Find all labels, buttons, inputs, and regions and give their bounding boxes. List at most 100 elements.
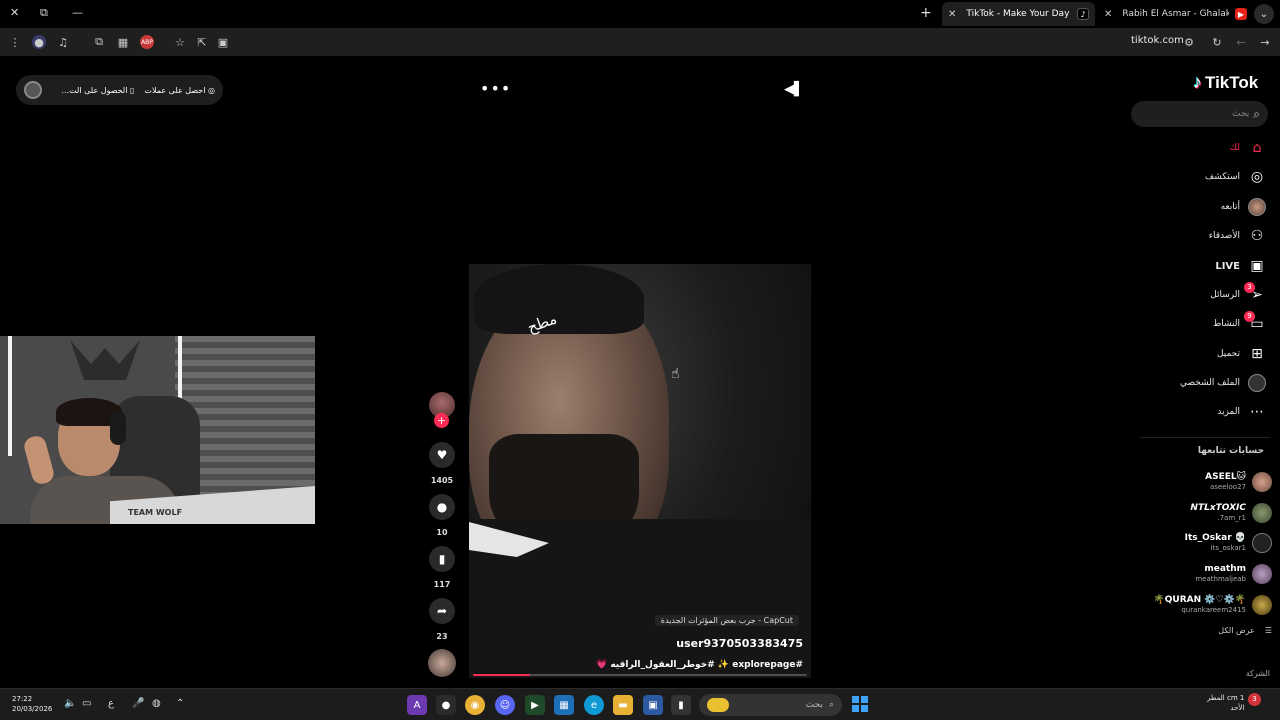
clock-date: 20/03/2026 <box>12 705 53 713</box>
sidebar-item-label: LIVE <box>1215 260 1240 272</box>
url-text[interactable]: tiktok.com <box>1131 35 1184 46</box>
see-all-label: عرض الكل <box>1218 626 1255 635</box>
logo-text: TikTok <box>1205 72 1259 92</box>
sidebar-item-explore[interactable]: ◎ استكشف <box>1205 165 1266 189</box>
account-avatar <box>1252 595 1272 615</box>
search-icon: ⌕ <box>828 700 834 710</box>
speaker-icon[interactable]: 🔈 <box>64 698 76 709</box>
notification-badge[interactable]: 3 <box>1248 693 1261 706</box>
tray-chevron-icon[interactable]: ⌃ <box>176 698 184 709</box>
weather-temp: 1 cm المطر <box>1207 694 1245 702</box>
company-link[interactable]: الشركة <box>1246 669 1270 678</box>
tab-youtube[interactable]: ▶ Rabih El Asmar - Ghalak / غلاك ✕ <box>1098 2 1253 26</box>
microphone-icon[interactable]: 🎤 <box>132 698 144 709</box>
get-coins-button[interactable]: ◎ احصل على عملات <box>144 86 215 95</box>
following-account[interactable]: meathm meathmaljeab <box>1195 560 1272 588</box>
chrome-icon[interactable]: ◉ <box>465 695 485 715</box>
sidebar-item-friends[interactable]: ⚇ الأصدقاء <box>1209 224 1266 248</box>
clock[interactable]: 27:22 20/03/2026 <box>12 694 52 714</box>
search-input[interactable]: بحث ⌕ <box>1131 101 1268 127</box>
music-disc-icon[interactable] <box>428 649 456 677</box>
sidebar-item-messages[interactable]: ➢ 3 الرسائل <box>1210 282 1266 307</box>
search-icon[interactable]: ⌕ <box>1253 107 1260 122</box>
app-icon[interactable]: ● <box>436 695 456 715</box>
video-progress-bar[interactable] <box>473 674 807 676</box>
bookmark-star-icon[interactable]: ☆ <box>173 35 187 49</box>
extension-icon[interactable]: ▦ <box>116 35 130 49</box>
close-tab-icon[interactable]: ✕ <box>1104 9 1112 20</box>
get-app-button[interactable]: ▯ الحصول على الت... <box>61 86 134 95</box>
sidebar-item-live[interactable]: ▣ LIVE <box>1215 254 1266 278</box>
like-icon[interactable]: ♥ <box>429 442 455 468</box>
close-window-icon[interactable]: ✕ <box>10 6 19 19</box>
webcam-banner-text: TEAM WOLF <box>128 508 183 517</box>
video-username[interactable]: user9370503383475 <box>676 637 803 650</box>
store-icon[interactable]: ▦ <box>554 695 574 715</box>
share-icon[interactable]: ⇱ <box>195 35 209 49</box>
extensions-icon[interactable]: ⧉ <box>92 35 106 49</box>
sidebar-item-more[interactable]: ⋯ المزيد <box>1217 400 1266 424</box>
media-control-icon[interactable]: ♫ <box>56 35 70 49</box>
taskbar-search-input[interactable]: ⌕ بحث <box>699 694 842 716</box>
search-placeholder: بحث <box>1232 109 1250 119</box>
video-player[interactable]: مطح ☝ CapCut - جرب بعض المؤثرات الجديدة … <box>469 264 811 678</box>
app-icon[interactable]: A <box>407 695 427 715</box>
menu-dots-icon[interactable]: ⋮ <box>8 35 22 49</box>
tab-title: Rabih El Asmar - Ghalak / غلاك <box>1122 9 1229 19</box>
tiktok-logo[interactable]: ♪ TikTok <box>1193 72 1258 93</box>
following-account[interactable]: ASEEL🐱 aseeloo27 <box>1205 468 1272 496</box>
more-icon: ⋯ <box>1250 404 1264 420</box>
adblock-extension-icon[interactable]: ABP <box>140 35 154 49</box>
back-icon[interactable]: → <box>1258 35 1272 49</box>
following-accounts-title: حسابات تتابعها <box>1197 446 1264 456</box>
forward-icon[interactable]: ← <box>1234 35 1248 49</box>
save-count: 117 <box>433 580 451 589</box>
network-icon[interactable]: ◍ <box>152 698 161 709</box>
sidebar-item-for-you[interactable]: ⌂ لك <box>1230 136 1266 160</box>
folder-icon[interactable]: ▬ <box>613 695 633 715</box>
sidebar-item-activity[interactable]: ▭ 9 النشاط <box>1213 311 1266 336</box>
install-app-icon[interactable]: ▣ <box>216 35 230 49</box>
more-options-icon[interactable]: ••• <box>480 79 511 98</box>
see-all-button[interactable]: ☰ عرض الكل <box>1218 626 1272 635</box>
user-avatar[interactable] <box>24 81 42 99</box>
weather-widget[interactable]: 1 cm المطر الأحد <box>1207 693 1244 713</box>
reload-icon[interactable]: ↻ <box>1210 35 1224 49</box>
share-arrow-icon[interactable]: ➦ <box>429 598 455 624</box>
follow-plus-icon[interactable]: + <box>434 413 449 428</box>
following-account[interactable]: 🌴QURAN ⚙️♡⚙️🌴 qurankareem2415 <box>1154 591 1272 619</box>
discord-icon[interactable]: ☺ <box>495 695 515 715</box>
sound-icon[interactable]: ◀▌ <box>784 82 804 97</box>
terminal-icon[interactable]: ▶ <box>525 695 545 715</box>
windows-start-icon[interactable] <box>852 696 868 712</box>
following-account[interactable]: NTLxTOXIC 7am_r1. <box>1190 499 1272 527</box>
sidebar-item-label: الرسائل <box>1210 290 1240 300</box>
site-settings-icon[interactable]: ⚙ <box>1182 35 1196 49</box>
sidebar-item-label: الملف الشخصي <box>1180 378 1240 388</box>
bookmark-icon[interactable]: ▮ <box>429 546 455 572</box>
profile-icon[interactable]: ● <box>32 35 46 49</box>
minimize-window-icon[interactable]: — <box>72 6 83 19</box>
restore-window-icon[interactable]: ⧉ <box>40 6 48 20</box>
webcam-light <box>8 336 12 456</box>
capcut-label[interactable]: CapCut - جرب بعض المؤثرات الجديدة <box>654 615 799 626</box>
messages-icon: ➢ 3 <box>1244 282 1266 304</box>
battery-icon[interactable]: ▭ <box>82 698 91 709</box>
app-icon[interactable]: ▣ <box>643 695 663 715</box>
following-account[interactable]: Its_Oskar 💀 its_oskar1 <box>1185 529 1272 557</box>
comment-icon[interactable]: ● <box>429 494 455 520</box>
sidebar-item-following[interactable]: أتابعه <box>1221 195 1266 219</box>
close-tab-icon[interactable]: ✕ <box>948 9 956 20</box>
video-hashtags[interactable]: #explorepage ✨ #خوطر_العقول_الراقيه 💗 <box>596 660 803 670</box>
sidebar-item-profile[interactable]: الملف الشخصي <box>1180 371 1266 395</box>
app-icon[interactable]: ▮ <box>671 695 691 715</box>
tab-tiktok[interactable]: ♪ TikTok - Make Your Day ✕ <box>942 2 1095 26</box>
sidebar-item-upload[interactable]: ⊞ تحميل <box>1217 342 1266 366</box>
promo-pill: ◎ احصل على عملات ▯ الحصول على الت... <box>16 75 223 105</box>
main-content: ◎ احصل على عملات ▯ الحصول على الت... •••… <box>0 57 1280 687</box>
tab-search-button[interactable]: ⌄ <box>1254 4 1274 24</box>
new-tab-button[interactable]: + <box>920 5 932 21</box>
wolf-logo-icon <box>70 340 140 380</box>
language-indicator[interactable]: ع <box>108 698 114 709</box>
edge-icon[interactable]: e <box>584 695 604 715</box>
